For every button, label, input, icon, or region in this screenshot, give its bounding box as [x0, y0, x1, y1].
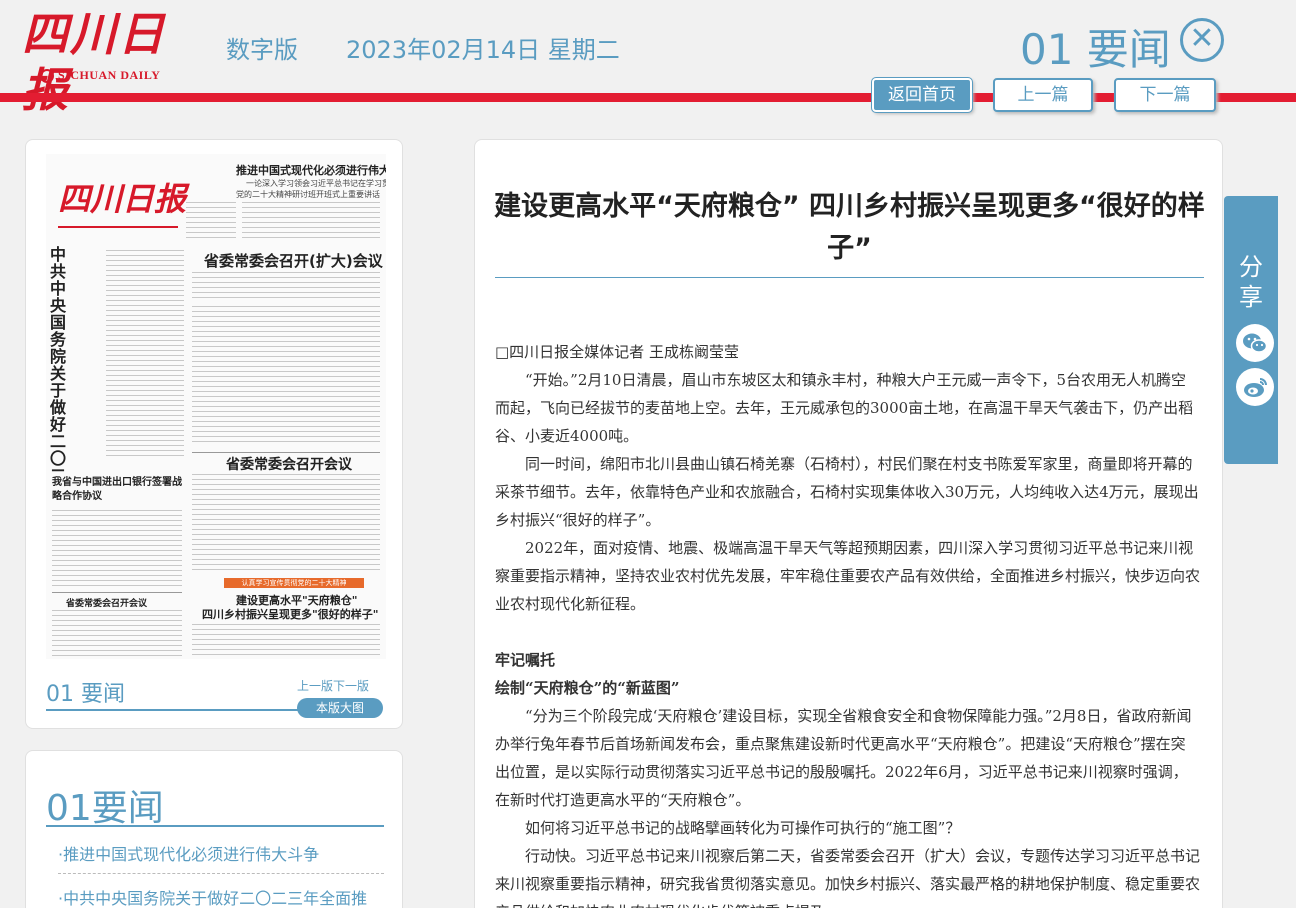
- thumbnail-text-block: [186, 202, 236, 242]
- article-paragraph: 同一时间，绵阳市北川县曲山镇石椅羌寨（石椅村），村民们聚在村支书陈爱军家里，商量…: [495, 455, 1199, 529]
- thumbnail-subline: 党的二十大精神研讨班开班式上重要讲话: [236, 190, 380, 199]
- logo-en: SICHUAN DAILY: [40, 68, 160, 83]
- page-nav-links: 上一版下一版: [297, 677, 369, 694]
- article-title-divider: [495, 277, 1204, 278]
- thumbnail-rule: [52, 592, 182, 593]
- next-page-link[interactable]: 下一版: [333, 677, 369, 694]
- edition-label: 数字版: [226, 36, 298, 64]
- close-icon[interactable]: ✕: [1180, 18, 1224, 62]
- article-body: □四川日报全媒体记者 王成栋阚莹莹 “开始。”2月10日清晨，眉山市东坡区太和镇…: [495, 338, 1200, 908]
- front-page-thumbnail[interactable]: 四川日报 推进中国式现代化必须进行伟大斗争 一论深入学习领会习近平总书记在学习贯…: [46, 154, 386, 659]
- article-paragraph: 如何将习近平总书记的战略擘画转化为可操作可执行的“施工图”？: [525, 819, 961, 837]
- list-separator: [58, 873, 384, 874]
- thumbnail-subline: 一论深入学习领会习近平总书记在学习贯彻: [246, 179, 386, 188]
- thumbnail-headline: 推进中国式现代化必须进行伟大斗争: [236, 164, 386, 177]
- article-paragraph: “开始。”2月10日清晨，眉山市东坡区太和镇永丰村，种粮大户王元威一声令下，5台…: [495, 371, 1194, 445]
- page-title: 01 要闻: [1020, 25, 1171, 74]
- thumbnail-page-name: 01 要闻: [46, 682, 125, 707]
- sichuan-daily-logo[interactable]: 四川日报 SICHUAN DAILY: [22, 6, 192, 117]
- thumbnail-headline: 我省与中国进出口银行签署战略合作协议: [52, 477, 182, 502]
- article-byline: □四川日报全媒体记者 王成栋阚莹莹: [495, 343, 739, 361]
- share-label: 分享: [1239, 253, 1263, 311]
- prev-page-link[interactable]: 上一版: [297, 677, 333, 694]
- thumbnail-headline: 省委常委会召开会议: [66, 599, 148, 609]
- article-list-panel: 01要闻 ·推进中国式现代化必须进行伟大斗争 ·中共中央国务院关于做好二〇二三年…: [25, 750, 403, 908]
- wechat-icon[interactable]: [1236, 324, 1274, 362]
- thumbnail-text-block: [192, 474, 380, 574]
- thumbnail-text-block: [192, 624, 380, 658]
- share-sidebar: 分享: [1224, 196, 1278, 464]
- seal-icon: [40, 68, 54, 83]
- article-list-title: 01要闻: [46, 788, 164, 829]
- thumbnail-vertical-title: 中共中央国务院关于做好二〇二三年全面推进乡村振兴重点工作的意见: [50, 246, 67, 476]
- thumbnail-headline: 省委常委会召开(扩大)会议: [204, 252, 383, 270]
- article-paragraph: “分为三个阶段完成‘天府粮仓’建设目标，实现全省粮食安全和食物保障能力强。”2月…: [495, 707, 1192, 809]
- thumbnail-rule: [192, 452, 380, 453]
- thumbnail-text-block: [106, 250, 184, 460]
- article-paragraph: 行动快。习近平总书记来川视察后第二天，省委常委会召开（扩大）会议，专题传达学习习…: [495, 847, 1201, 908]
- article-section-subtitle: 绘制“天府粮仓”的“新蓝图”: [495, 679, 680, 697]
- weibo-icon[interactable]: [1236, 368, 1274, 406]
- thumbnail-text-block: [242, 202, 380, 242]
- thumbnail-text-block: [192, 272, 380, 300]
- article-list-item[interactable]: ·中共中央国务院关于做好二〇二三年全面推: [58, 885, 367, 908]
- header-divider: [0, 93, 1296, 102]
- weibo-glyph: [1244, 378, 1267, 397]
- thumbnail-text-block: [192, 306, 380, 446]
- logo-en-text: SICHUAN DAILY: [58, 68, 161, 82]
- article-panel: 建设更高水平“天府粮仓” 四川乡村振兴呈现更多“很好的样子” □四川日报全媒体记…: [474, 139, 1223, 908]
- article-title: 建设更高水平“天府粮仓” 四川乡村振兴呈现更多“很好的样子”: [494, 191, 1205, 264]
- back-home-button[interactable]: 返回首页: [871, 77, 973, 113]
- thumbnail-headline: 省委常委会召开会议: [226, 457, 352, 473]
- wechat-glyph: [1243, 333, 1268, 353]
- full-page-image-button[interactable]: 本版大图: [297, 698, 383, 718]
- thumbnail-text-block: [52, 510, 182, 588]
- article-paragraph: 2022年，面对疫情、地震、极端高温干旱天气等超预期因素，四川深入学习贯彻习近平…: [495, 539, 1201, 613]
- article-list-divider: [46, 825, 384, 827]
- page-thumbnail-panel: 四川日报 推进中国式现代化必须进行伟大斗争 一论深入学习领会习近平总书记在学习贯…: [25, 139, 403, 729]
- thumbnail-tag: 认真学习宣传贯彻党的二十大精神: [224, 578, 364, 588]
- prev-article-button[interactable]: 上一篇: [993, 78, 1093, 112]
- thumbnail-rule: [58, 226, 178, 228]
- next-article-button[interactable]: 下一篇: [1114, 78, 1216, 112]
- article-list-item[interactable]: ·推进中国式现代化必须进行伟大斗争: [58, 841, 319, 865]
- thumbnail-headline: 四川乡村振兴呈现更多"很好的样子": [202, 608, 379, 621]
- thumbnail-text-block: [52, 610, 182, 656]
- thumbnail-logo: 四川日报: [58, 180, 187, 218]
- issue-date: 2023年02月14日 星期二: [346, 36, 620, 64]
- article-section-title: 牢记嘱托: [495, 651, 556, 669]
